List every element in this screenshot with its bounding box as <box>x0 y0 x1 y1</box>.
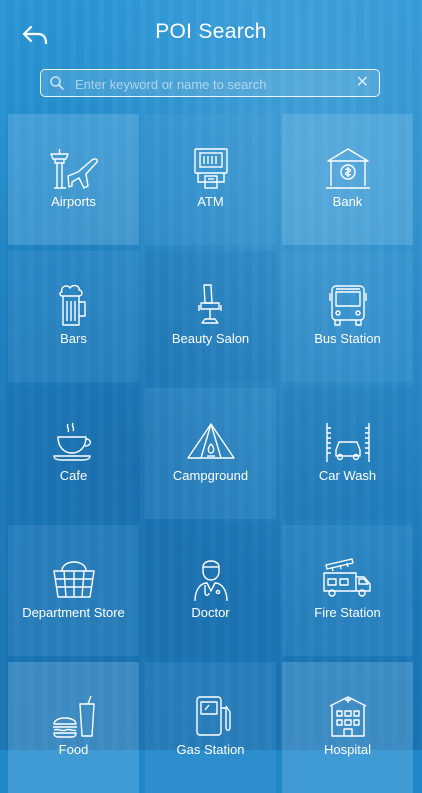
category-tile-airports[interactable]: Airports <box>8 114 139 245</box>
coffee-cup-icon <box>53 422 92 461</box>
bank-icon <box>326 148 370 189</box>
category-tile-beauty-salon[interactable]: Beauty Salon <box>145 251 276 382</box>
hospital-building-icon <box>329 696 367 737</box>
fuel-pump-icon <box>196 696 231 736</box>
category-label: Bank <box>332 194 363 209</box>
category-tile-bank[interactable]: Bank <box>282 114 413 245</box>
bus-icon <box>329 285 367 326</box>
beer-mug-icon <box>59 284 86 326</box>
doctor-icon <box>194 560 228 602</box>
category-tile-cafe[interactable]: Cafe <box>8 388 139 519</box>
category-label: Doctor <box>191 605 230 620</box>
category-label: Beauty Salon <box>171 331 250 346</box>
category-tile-gas-station[interactable]: Gas Station <box>145 662 276 793</box>
category-tile-bus-station[interactable]: Bus Station <box>282 251 413 382</box>
category-tile-bars[interactable]: Bars <box>8 251 139 382</box>
category-label: Bus Station <box>314 331 381 346</box>
category-tile-hospital[interactable]: Hospital <box>282 662 413 793</box>
category-tile-doctor[interactable]: Doctor <box>145 525 276 656</box>
airport-icon <box>50 149 98 189</box>
category-tile-food[interactable]: Food <box>8 662 139 793</box>
tent-icon <box>187 423 235 459</box>
header: POI Search <box>0 0 422 68</box>
car-wash-icon <box>326 423 370 462</box>
category-tile-department-store[interactable]: Department Store <box>8 525 139 656</box>
clear-search-button[interactable]: ✕ <box>356 73 369 93</box>
search-bar[interactable]: ✕ <box>40 69 380 97</box>
burger-drink-icon <box>53 695 95 738</box>
shopping-basket-icon <box>53 561 95 598</box>
search-input[interactable] <box>73 72 347 96</box>
category-label: Airports <box>51 194 96 209</box>
search-icon <box>50 76 64 90</box>
category-label: Cafe <box>59 468 88 483</box>
category-tile-fire-station[interactable]: Fire Station <box>282 525 413 656</box>
category-label: ATM <box>197 194 224 209</box>
category-tile-atm[interactable]: ATM <box>145 114 276 245</box>
atm-icon <box>194 148 228 189</box>
category-label: Bars <box>60 331 87 346</box>
category-label: Campground <box>172 468 249 483</box>
salon-chair-icon <box>198 284 222 324</box>
category-label: Department Store <box>22 605 125 620</box>
category-tile-car-wash[interactable]: Car Wash <box>282 388 413 519</box>
category-label: Car Wash <box>318 468 377 483</box>
category-label: Fire Station <box>314 605 381 620</box>
page-title: POI Search <box>155 20 267 43</box>
category-grid: Airports ATM Bank Bars Beauty Salon Bus … <box>8 114 414 793</box>
fire-truck-icon <box>323 558 371 597</box>
category-tile-campground[interactable]: Campground <box>145 388 276 519</box>
